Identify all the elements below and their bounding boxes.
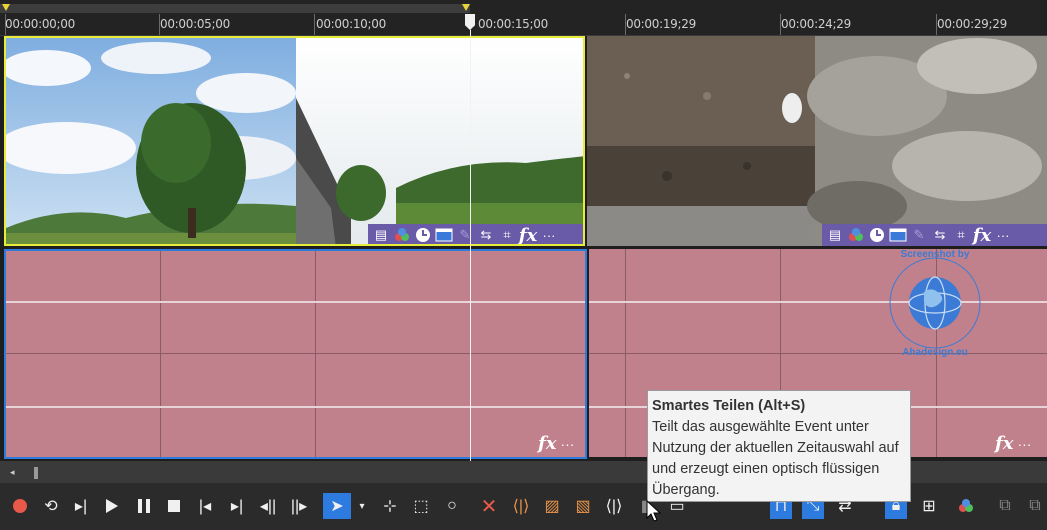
ignore-grouping-button[interactable]: ⊞ [916,493,942,519]
clock-icon[interactable] [414,226,432,244]
next-frame-button[interactable]: ||▸ [286,493,312,519]
edit-tool-dropdown-icon[interactable]: ▾ [355,493,369,519]
mouse-cursor-icon [646,500,662,522]
tooltip-body: Teilt das ausgewählte Event unter Nutzun… [652,419,899,498]
play-from-start-button[interactable]: ▸| [68,493,94,519]
zoom-tool-button[interactable]: ○ [439,493,465,519]
fx-icon[interactable]: fx [538,433,556,454]
ruler-label-2: 00:00:10;00 [316,17,386,31]
pan-crop-fx-icon[interactable]: ▤ [372,226,390,244]
ruler-label-5: 00:00:24;29 [781,17,851,31]
pan-crop-fx-icon[interactable]: ▤ [826,226,844,244]
loop-playback-button[interactable]: ⟲ [38,493,64,519]
normal-edit-tool-button[interactable]: ➤ [323,493,351,519]
more-icon[interactable]: ··· [1017,436,1031,452]
ruler-tick [314,14,315,35]
video-event-1[interactable]: ▤ ✎ ⇆ ⌗ fx ··· [4,36,585,246]
split-button[interactable]: ⟨|⟩ [601,493,627,519]
window-icon[interactable] [889,226,907,244]
fx-icon[interactable]: fx [995,433,1013,454]
grid-line [160,251,161,457]
ungroup-button[interactable]: ⧉ [1022,493,1047,519]
video-event-2[interactable]: ▤ ✎ ⇆ ⌗ fx ··· [587,36,1047,246]
waveform-left [6,301,585,303]
video-thumbnail-tree [6,38,583,244]
scroll-left-icon[interactable]: ◂ [10,467,15,478]
ruler-label-6: 00:00:29;29 [937,17,1007,31]
audio-event-1-controls: fx ··· [538,433,574,454]
pencil-icon[interactable]: ✎ [910,226,928,244]
svg-text:Screenshot by: Screenshot by [901,249,970,260]
envelope-tool-button[interactable]: ⊹ [377,493,403,519]
color-tool-button[interactable] [953,493,979,519]
record-button[interactable] [7,493,33,519]
color-wheel-icon[interactable] [847,226,865,244]
event-2-toolbar: ▤ ✎ ⇆ ⌗ fx ··· [822,224,1047,246]
timeline-ruler[interactable]: 00:00:00;00 00:00:05;00 00:00:10;00 00:0… [0,0,1047,36]
playhead-line[interactable] [470,30,471,461]
event-1-toolbar: ▤ ✎ ⇆ ⌗ fx ··· [368,224,583,245]
crop-icon[interactable]: ⌗ [952,226,970,244]
play-button[interactable] [99,493,125,519]
audio-event-2-controls: fx ··· [995,433,1031,454]
trim-end-button[interactable]: ▧ [570,493,596,519]
trim-button[interactable]: ⟨|⟩ [508,493,534,519]
playhead-handle[interactable] [465,14,475,30]
fx-icon[interactable]: fx [519,225,537,245]
more-icon[interactable]: ··· [540,226,558,244]
crop-icon[interactable]: ⌗ [498,226,516,244]
pause-button[interactable] [131,493,157,519]
selection-tool-button[interactable]: ⬚ [408,493,434,519]
go-to-end-button[interactable]: ▸| [224,493,250,519]
waveform-right [6,406,585,408]
ruler-label-0: 00:00:00;00 [5,17,75,31]
svg-text:Ahadesign.eu: Ahadesign.eu [902,347,968,358]
tooltip-title: Smartes Teilen (Alt+S) [652,398,806,414]
fx-icon[interactable]: fx [973,225,991,246]
swap-icon[interactable]: ⇆ [477,226,495,244]
video-thumbnail-rocks [587,36,1047,246]
ruler-label-1: 00:00:05;00 [160,17,230,31]
loop-start-marker[interactable] [2,4,10,11]
delete-button[interactable]: ✕ [476,493,502,519]
ruler-label-3: 00:00:15;00 [478,17,548,31]
audio-event-1[interactable]: fx ··· [4,249,587,459]
more-icon[interactable]: ··· [560,436,574,452]
grid-line [6,353,585,354]
grid-line [315,251,316,457]
trim-start-button[interactable]: ▨ [539,493,565,519]
loop-region-bar[interactable] [0,4,470,13]
loop-end-marker[interactable] [462,4,470,11]
pencil-icon[interactable]: ✎ [456,226,474,244]
watermark-seal: Screenshot by Ahadesign.eu [889,249,981,358]
group-button[interactable]: ⧉ [992,493,1018,519]
ruler-label-4: 00:00:19;29 [626,17,696,31]
clock-icon[interactable] [868,226,886,244]
color-wheel-icon[interactable] [393,226,411,244]
previous-frame-button[interactable]: ◂|| [255,493,281,519]
more-icon[interactable]: ··· [994,226,1012,244]
swap-icon[interactable]: ⇆ [931,226,949,244]
scrollbar-thumb[interactable] [34,467,38,479]
stop-button[interactable] [161,493,187,519]
window-icon[interactable] [435,226,453,244]
tooltip: Smartes Teilen (Alt+S) Teilt das ausgewä… [647,390,911,502]
go-to-start-button[interactable]: |◂ [192,493,218,519]
